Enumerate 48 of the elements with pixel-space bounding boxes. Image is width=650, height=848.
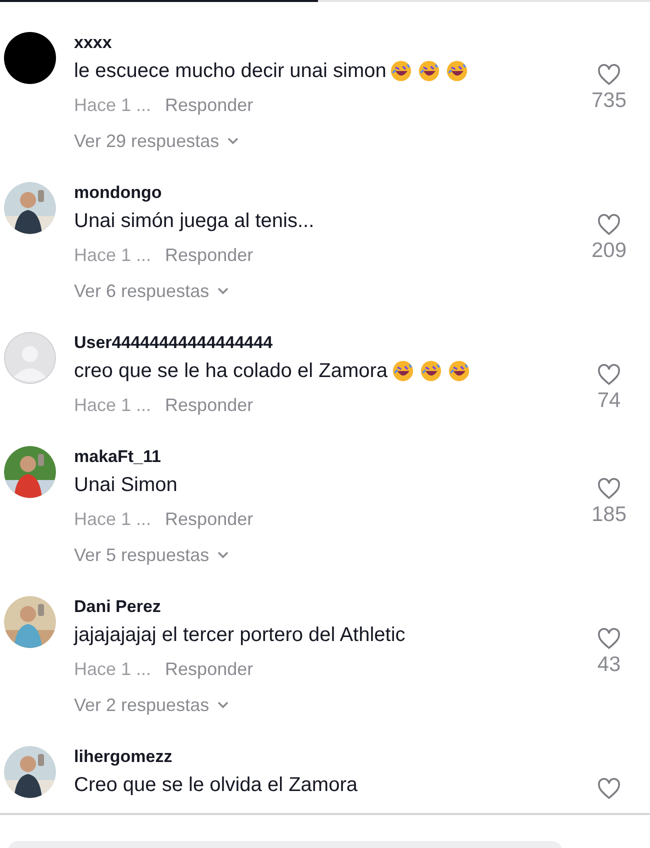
username[interactable]: makaFt_11	[74, 446, 574, 468]
username[interactable]: User44444444444444444	[74, 332, 574, 354]
laughing-emoji-icon	[446, 60, 468, 82]
chevron-down-icon	[217, 287, 230, 295]
view-replies-button[interactable]: Ver 5 respuestas	[74, 540, 230, 570]
reply-link[interactable]: Responder	[165, 94, 254, 116]
view-replies-button[interactable]: Ver 29 respuestas	[74, 126, 240, 156]
like-count: 185	[591, 502, 627, 528]
laughing-emoji-icon	[390, 60, 412, 82]
timestamp: Hace 1 ...	[74, 94, 152, 116]
username[interactable]: xxxx	[74, 32, 574, 54]
like-count: 74	[597, 388, 621, 414]
laughing-emoji-icon	[392, 360, 414, 382]
view-replies-button[interactable]: Ver 2 respuestas	[74, 690, 230, 720]
timestamp: Hace 1 ...	[74, 394, 152, 416]
comment-text: creo que se le ha colado el Zamora	[74, 360, 388, 382]
reply-link[interactable]: Responder	[165, 508, 254, 530]
heart-icon[interactable]	[597, 628, 621, 650]
username[interactable]: mondongo	[74, 182, 574, 204]
laughing-emoji-icon	[448, 360, 470, 382]
view-replies-button[interactable]: Ver 6 respuestas	[74, 276, 230, 306]
comment-text: Creo que se le olvida el Zamora	[74, 774, 358, 796]
comment-text: jajajajajaj el tercer portero del Athletic	[74, 624, 406, 646]
comment-text: le escuece mucho decir unai simon	[74, 60, 386, 82]
comment-text: Unai simón juega al tenis...	[74, 210, 314, 232]
chevron-down-icon	[217, 701, 230, 709]
like-count: 43	[597, 652, 621, 678]
avatar[interactable]	[4, 32, 56, 84]
heart-icon[interactable]	[597, 778, 621, 800]
comment-text: Unai Simon	[74, 474, 178, 496]
heart-icon[interactable]	[597, 64, 621, 86]
timestamp: Hace 1 ...	[74, 508, 152, 530]
heart-icon[interactable]	[597, 478, 621, 500]
laughing-emoji-icon	[420, 360, 442, 382]
chevron-down-icon	[217, 551, 230, 559]
laughing-emoji-icon	[418, 60, 440, 82]
reply-link[interactable]: Responder	[165, 394, 254, 416]
reply-link[interactable]: Responder	[165, 244, 254, 266]
reply-link[interactable]: Responder	[165, 658, 254, 680]
timestamp: Hace 1 ...	[74, 658, 152, 680]
like-count: 209	[591, 238, 627, 264]
username[interactable]: lihergomezz	[74, 746, 574, 768]
username[interactable]: Dani Perez	[74, 596, 574, 618]
chevron-down-icon	[227, 137, 240, 145]
heart-icon[interactable]	[597, 214, 621, 236]
like-count: 735	[591, 88, 627, 114]
timestamp: Hace 1 ...	[74, 244, 152, 266]
heart-icon[interactable]	[597, 364, 621, 386]
